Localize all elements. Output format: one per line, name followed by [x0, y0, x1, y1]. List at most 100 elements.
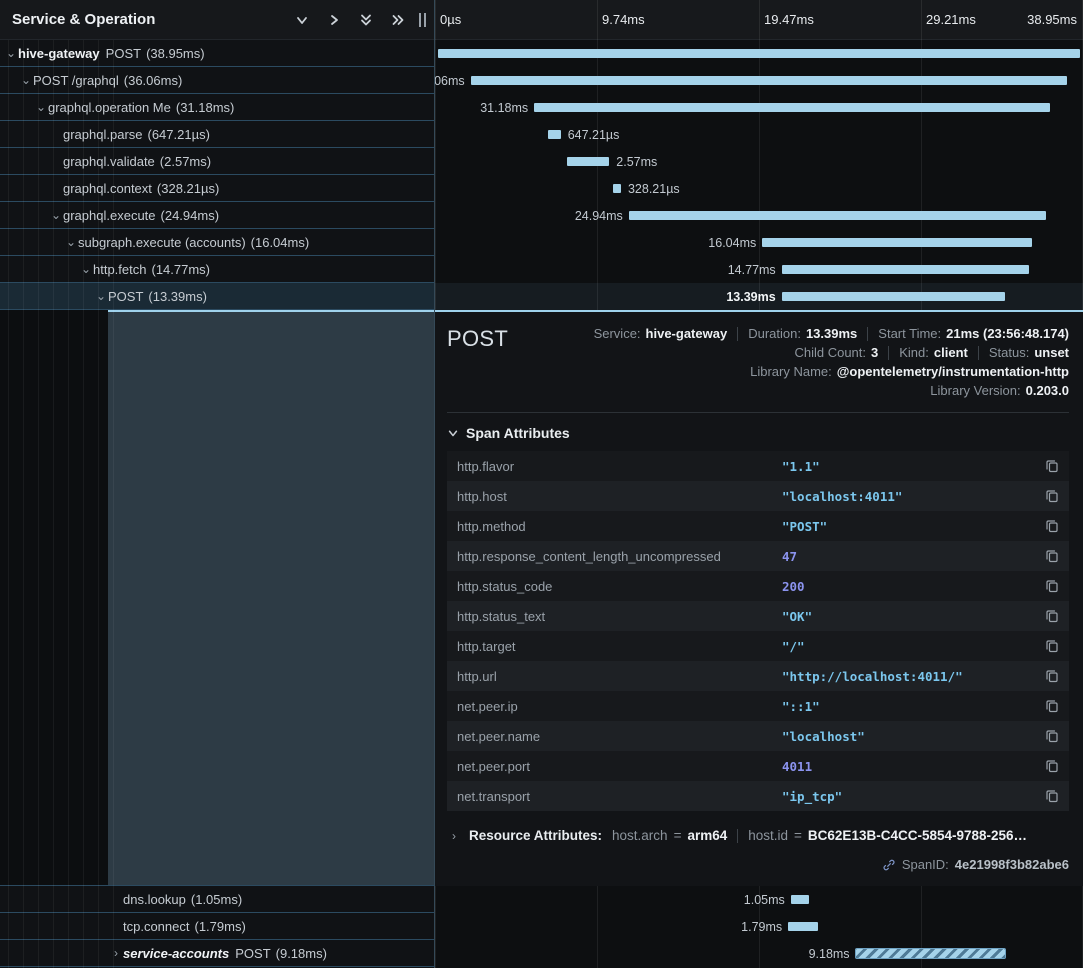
span-row[interactable]: ⌄subgraph.execute (accounts)(16.04ms): [0, 229, 434, 256]
span-bar[interactable]: [629, 211, 1046, 220]
timeline-row[interactable]: 2.57ms: [435, 148, 1083, 175]
expander-icon[interactable]: ⌄: [4, 47, 18, 59]
resource-attribute-value: arm64: [687, 828, 727, 843]
bar-duration-label: 31.18ms: [480, 101, 528, 115]
copy-button[interactable]: [1045, 759, 1059, 773]
span-name: graphql.execute: [63, 208, 156, 223]
span-bar[interactable]: [613, 184, 621, 193]
attribute-key: http.flavor: [457, 459, 782, 474]
expander-icon[interactable]: ⌄: [49, 209, 63, 221]
bar-duration-label: 647.21µs: [568, 128, 620, 142]
timeline-tick: 9.74ms: [597, 12, 645, 27]
expander-icon[interactable]: ›: [109, 947, 123, 959]
copy-button[interactable]: [1045, 699, 1059, 713]
meta-value: 21ms (23:56:48.174): [946, 326, 1069, 341]
timeline-row[interactable]: 13.39ms: [435, 283, 1083, 310]
timeline-row[interactable]: 1.05ms: [435, 886, 1083, 913]
bar-duration-label: 9.18ms: [809, 947, 850, 961]
copy-icon: [1045, 789, 1059, 803]
copy-button[interactable]: [1045, 669, 1059, 683]
bar-duration-label: 24.94ms: [575, 209, 623, 223]
copy-icon: [1045, 759, 1059, 773]
attribute-value: "::1": [782, 699, 820, 714]
copy-button[interactable]: [1045, 489, 1059, 503]
copy-button[interactable]: [1045, 609, 1059, 623]
span-duration: (36.06ms): [124, 73, 183, 88]
equals-sign: =: [794, 828, 802, 843]
meta-value: 0.203.0: [1026, 383, 1069, 398]
timeline-row[interactable]: [435, 40, 1083, 67]
span-row[interactable]: graphql.validate(2.57ms): [0, 148, 434, 175]
timeline-row[interactable]: 1.79ms: [435, 913, 1083, 940]
trace-viewer: Service & Operation ⌄hive-gatewayPOST(38…: [0, 0, 1083, 968]
span-row[interactable]: ⌄http.fetch(14.77ms): [0, 256, 434, 283]
link-icon[interactable]: [882, 858, 896, 872]
span-bar[interactable]: [856, 949, 1006, 958]
detail-meta: Service:hive-gatewayDuration:13.39msStar…: [594, 322, 1069, 398]
copy-icon: [1045, 609, 1059, 623]
span-row[interactable]: ›service-accountsPOST(9.18ms): [0, 940, 434, 967]
span-attributes-header[interactable]: Span Attributes: [447, 425, 1069, 441]
span-duration: (2.57ms): [160, 154, 211, 169]
copy-button[interactable]: [1045, 459, 1059, 473]
timeline-tick: 19.47ms: [759, 12, 814, 27]
chevrons-down-icon[interactable]: [359, 13, 373, 27]
attribute-row: http.target"/": [447, 631, 1069, 661]
copy-button[interactable]: [1045, 639, 1059, 653]
timeline-row[interactable]: 9.18ms: [435, 940, 1083, 967]
chevron-right-icon[interactable]: [327, 13, 341, 27]
timeline-row[interactable]: 647.21µs: [435, 121, 1083, 148]
span-row[interactable]: ⌄POST /graphql(36.06ms): [0, 67, 434, 94]
span-bar[interactable]: [762, 238, 1032, 247]
copy-button[interactable]: [1045, 549, 1059, 563]
attribute-value: "/": [782, 639, 805, 654]
span-bar[interactable]: [782, 292, 1006, 301]
timeline-row[interactable]: 36.06ms: [435, 67, 1083, 94]
span-row[interactable]: graphql.context(328.21µs): [0, 175, 434, 202]
chevrons-right-icon[interactable]: [391, 13, 405, 27]
copy-button[interactable]: [1045, 519, 1059, 533]
expander-icon[interactable]: ⌄: [79, 263, 93, 275]
span-row[interactable]: ⌄graphql.operation Me(31.18ms): [0, 94, 434, 121]
copy-icon: [1045, 549, 1059, 563]
span-bar[interactable]: [548, 130, 561, 139]
timeline-row[interactable]: 24.94ms: [435, 202, 1083, 229]
selected-span-highlight: [108, 310, 434, 885]
span-id-label: SpanID:: [902, 857, 949, 872]
span-row[interactable]: dns.lookup(1.05ms): [0, 886, 434, 913]
panel-resize-handle[interactable]: [417, 11, 428, 29]
meta-value: 13.39ms: [806, 326, 857, 341]
detail-meta-line: Library Version:0.203.0: [930, 383, 1069, 398]
timeline-row[interactable]: 31.18ms: [435, 94, 1083, 121]
timeline-row[interactable]: 328.21µs: [435, 175, 1083, 202]
span-row[interactable]: ⌄hive-gatewayPOST(38.95ms): [0, 40, 434, 67]
span-bar[interactable]: [567, 157, 610, 166]
span-bar[interactable]: [791, 895, 809, 904]
span-bar[interactable]: [438, 49, 1080, 58]
span-bar[interactable]: [471, 76, 1067, 85]
meta-value: client: [934, 345, 968, 360]
expander-icon[interactable]: ⌄: [64, 236, 78, 248]
resource-attributes-header[interactable]: › Resource Attributes: host.arch=arm64ho…: [447, 828, 1069, 843]
span-bar[interactable]: [788, 922, 818, 931]
expander-icon[interactable]: ⌄: [34, 101, 48, 113]
attribute-value: 200: [782, 579, 805, 594]
attribute-key: http.url: [457, 669, 782, 684]
copy-button[interactable]: [1045, 729, 1059, 743]
span-row[interactable]: ⌄graphql.execute(24.94ms): [0, 202, 434, 229]
copy-button[interactable]: [1045, 789, 1059, 803]
expander-icon[interactable]: ⌄: [19, 74, 33, 86]
resource-attribute-value: BC62E13B-C4CC-5854-9788-256…: [808, 828, 1027, 843]
span-row[interactable]: ⌄POST(13.39ms): [0, 283, 434, 310]
span-bar[interactable]: [534, 103, 1050, 112]
chevron-down-icon[interactable]: [295, 13, 309, 27]
meta-label: Start Time:: [878, 326, 941, 341]
span-bar[interactable]: [782, 265, 1029, 274]
copy-button[interactable]: [1045, 579, 1059, 593]
timeline-row[interactable]: 14.77ms: [435, 256, 1083, 283]
span-row[interactable]: graphql.parse(647.21µs): [0, 121, 434, 148]
timeline-rows: 36.06ms 31.18ms 647.21µs 2.57ms328.21µs 24.9…: [435, 40, 1083, 310]
timeline-row[interactable]: 16.04ms: [435, 229, 1083, 256]
span-row[interactable]: tcp.connect(1.79ms): [0, 913, 434, 940]
expander-icon[interactable]: ⌄: [94, 290, 108, 302]
